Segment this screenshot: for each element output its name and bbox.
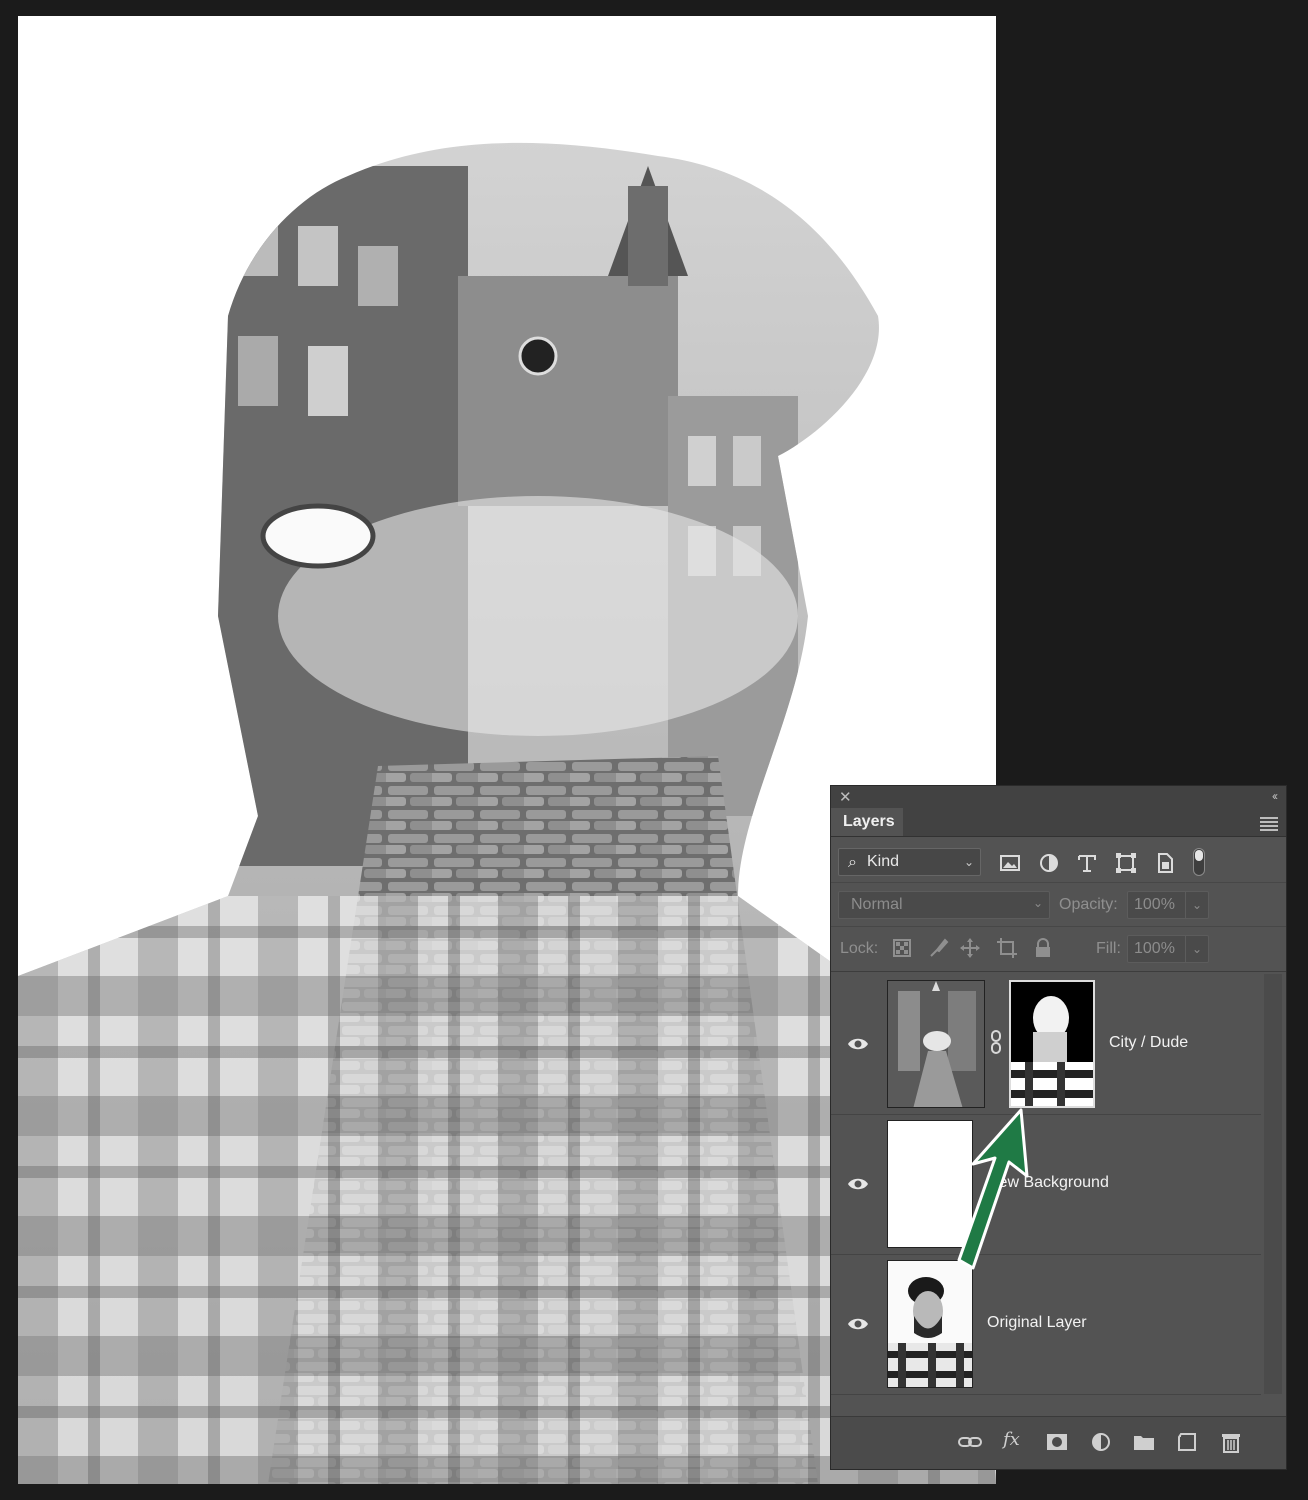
- tab-layers[interactable]: Layers: [831, 808, 903, 836]
- blend-row: Normal ⌄ Opacity: 100% ⌄: [831, 884, 1286, 927]
- filter-toggle[interactable]: [1193, 848, 1205, 876]
- layer-filter-row: ⌕ Kind ⌄: [831, 838, 1286, 883]
- blend-mode-select[interactable]: Normal ⌄: [838, 891, 1050, 919]
- blend-mode-value: Normal: [851, 896, 903, 913]
- search-icon: ⌕: [848, 854, 857, 871]
- filter-kind-select[interactable]: ⌕ Kind ⌄: [838, 848, 981, 876]
- eye-icon[interactable]: [847, 1317, 869, 1331]
- chain-link-icon[interactable]: [989, 1029, 1003, 1055]
- layer-row[interactable]: City / Dude: [831, 974, 1261, 1115]
- close-icon[interactable]: ✕: [839, 788, 852, 806]
- adjustment-filter-icon[interactable]: [1038, 852, 1060, 874]
- panel-menu-icon[interactable]: [1260, 817, 1278, 833]
- lock-artboard-icon[interactable]: [996, 937, 1018, 959]
- layer-name[interactable]: City / Dude: [1109, 1034, 1188, 1052]
- layer-list-scrollbar[interactable]: [1264, 974, 1282, 1394]
- layer-name[interactable]: Original Layer: [987, 1314, 1087, 1332]
- lock-all-icon[interactable]: [1032, 937, 1054, 959]
- lock-pixels-icon[interactable]: [927, 937, 949, 959]
- fill-field[interactable]: 100% ⌄: [1127, 935, 1209, 963]
- annotation-arrow: [957, 1108, 1029, 1270]
- chevron-down-icon[interactable]: ⌄: [1185, 936, 1208, 962]
- layer-list: City / Dude New Background Original Laye…: [831, 974, 1261, 1395]
- image-filter-icon[interactable]: [999, 852, 1021, 874]
- panel-title-bar: ✕ ‹‹: [831, 786, 1286, 808]
- double-chevron-left-icon[interactable]: ‹‹: [1272, 789, 1278, 803]
- lock-position-icon[interactable]: [959, 937, 981, 959]
- chevron-down-icon: ⌄: [963, 855, 974, 869]
- opacity-label: Opacity:: [1059, 896, 1118, 913]
- opacity-value: 100%: [1134, 896, 1175, 913]
- adjustment-layer-icon[interactable]: [1089, 1431, 1113, 1453]
- layers-panel: ✕ ‹‹ Layers ⌕ Kind ⌄ Normal ⌄ Opacity: 1…: [830, 785, 1287, 1470]
- shape-filter-icon[interactable]: [1115, 852, 1137, 874]
- chevron-down-icon: ⌄: [1032, 896, 1043, 910]
- add-mask-icon[interactable]: [1045, 1431, 1069, 1453]
- eye-icon[interactable]: [847, 1037, 869, 1051]
- lock-label: Lock:: [840, 940, 879, 957]
- chevron-down-icon[interactable]: ⌄: [1185, 892, 1208, 918]
- new-layer-icon[interactable]: [1175, 1431, 1199, 1453]
- panel-tab-bar: Layers: [831, 808, 1286, 837]
- trash-icon[interactable]: [1219, 1431, 1243, 1453]
- layer-mask-thumbnail[interactable]: [1009, 980, 1095, 1108]
- panel-bottom-bar: fx: [831, 1416, 1286, 1469]
- fill-label: Fill:: [1096, 940, 1121, 957]
- group-folder-icon[interactable]: [1132, 1431, 1156, 1453]
- eye-icon[interactable]: [847, 1177, 869, 1191]
- link-layers-icon[interactable]: [958, 1431, 982, 1453]
- lock-transparency-icon[interactable]: [891, 937, 913, 959]
- layer-thumbnail[interactable]: [887, 980, 985, 1108]
- fill-value: 100%: [1134, 940, 1175, 957]
- type-filter-icon[interactable]: [1076, 852, 1098, 874]
- layer-row[interactable]: Original Layer: [831, 1254, 1261, 1395]
- fx-icon[interactable]: fx: [1003, 1429, 1027, 1451]
- opacity-field[interactable]: 100% ⌄: [1127, 891, 1209, 919]
- lock-row: Lock: Fill: 100% ⌄: [831, 927, 1286, 972]
- smart-object-filter-icon[interactable]: [1154, 852, 1176, 874]
- layer-row[interactable]: New Background: [831, 1114, 1261, 1255]
- layer-thumbnail[interactable]: [887, 1260, 973, 1388]
- filter-kind-label: Kind: [867, 853, 900, 870]
